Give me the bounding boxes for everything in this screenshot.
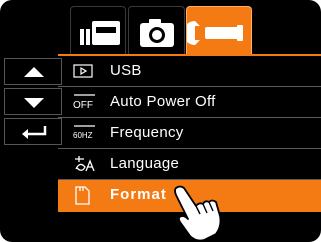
menu-item-label: Format: [110, 186, 167, 203]
menu-item-label: Language: [110, 155, 180, 172]
arrow-down-icon: [24, 98, 44, 108]
wrench-icon: [187, 21, 243, 45]
scroll-up-button[interactable]: [4, 58, 62, 85]
menu-item-usb[interactable]: USB: [58, 56, 321, 87]
language-icon: [75, 156, 95, 172]
format-memory-icon: [75, 186, 90, 205]
usb-connection-icon: [73, 64, 93, 78]
menu-item-label: Auto Power Off: [110, 93, 216, 110]
menu-item-auto-power-off[interactable]: OFF Auto Power Off: [58, 87, 321, 118]
auto-power-off-icon: OFF: [73, 94, 95, 111]
menu-item-language[interactable]: Language: [58, 149, 321, 180]
tab-shortcut[interactable]: [70, 6, 126, 54]
svg-text:60HZ: 60HZ: [73, 131, 93, 140]
arrow-up-icon: [24, 67, 44, 77]
return-button[interactable]: [4, 118, 62, 145]
shortcut-icon: [80, 21, 120, 45]
menu-item-label: USB: [110, 62, 142, 79]
frequency-icon: 60HZ: [73, 125, 95, 140]
touch-hand-icon: [174, 185, 222, 242]
tab-camera[interactable]: [128, 6, 185, 54]
svg-text:OFF: OFF: [73, 100, 93, 111]
camera-icon: [140, 19, 174, 47]
tab-setup[interactable]: [186, 6, 252, 54]
return-icon: [22, 126, 47, 139]
scroll-down-button[interactable]: [4, 88, 62, 115]
menu-item-label: Frequency: [110, 124, 184, 141]
camera-screen: USB OFF Auto Power Off 60HZ Frequency La…: [0, 0, 321, 242]
menu-item-frequency[interactable]: 60HZ Frequency: [58, 118, 321, 149]
